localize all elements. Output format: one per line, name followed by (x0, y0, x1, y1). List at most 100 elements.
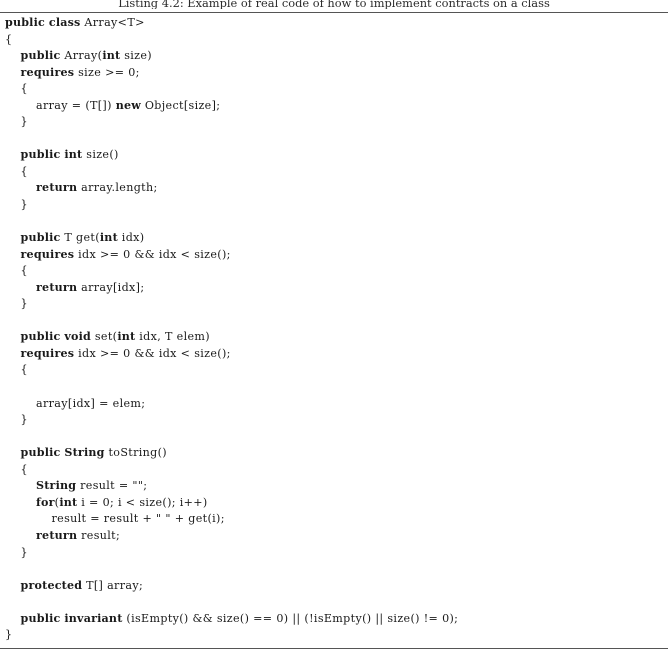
code-token-symbol: { (20, 264, 28, 278)
code-line: String result = ""; (0, 478, 668, 495)
code-token-keyword: public (20, 330, 61, 344)
code-token-keyword: int (102, 49, 121, 63)
code-token-symbol: } (20, 297, 28, 311)
code-token-symbol: < (125, 495, 136, 509)
code-line: public T get(int idx) (0, 230, 668, 247)
code-token-identifier: size (86, 148, 110, 162)
code-token-keyword: String (64, 446, 105, 460)
code-token-symbol: ; (143, 479, 148, 493)
code-token-keyword: for (36, 495, 55, 509)
code-token-identifier: size (124, 49, 148, 63)
code-token-symbol: ]; (211, 98, 221, 112)
code-token-symbol: ) (139, 231, 145, 245)
code-token-identifier: result (81, 528, 116, 542)
code-line: { (0, 32, 668, 49)
code-token-symbol: { (20, 462, 28, 476)
code-line: requires size >= 0; (0, 65, 668, 82)
code-token-symbol: } (20, 198, 28, 212)
code-listing-figure: Listing 4.2: Example of real code of how… (0, 0, 668, 661)
code-token-symbol: { (20, 363, 28, 377)
code-token-identifier: array (81, 181, 112, 195)
code-token-identifier: idx (78, 346, 97, 360)
code-token-identifier: elem (176, 330, 206, 344)
code-token-identifier: idx (139, 330, 158, 344)
code-token-keyword: int (64, 148, 83, 162)
code-token-symbol: >= (99, 346, 120, 360)
code-token-keyword: int (59, 495, 78, 509)
code-token-keyword: new (115, 98, 141, 112)
code-line: array[idx] = elem; (0, 396, 668, 413)
code-line: public int size() (0, 147, 668, 164)
code-token-identifier: size (216, 611, 240, 625)
code-token-symbol: || (292, 611, 301, 625)
code-token-identifier: toString (108, 446, 158, 460)
code-token-identifier: array (36, 396, 68, 410)
code-token-symbol: } (20, 115, 28, 129)
code-token-symbol: } (20, 545, 28, 559)
code-token-symbol: ; (135, 65, 140, 79)
code-token-keyword: class (48, 16, 81, 29)
code-token-keyword: public (20, 49, 61, 63)
code-line: return array[idx]; (0, 280, 668, 297)
code-token-symbol: ]; (135, 280, 145, 294)
code-token-symbol: && (134, 346, 155, 360)
code-line: } (0, 114, 668, 131)
code-token-symbol: (); (217, 247, 231, 261)
code-token-identifier: Array (84, 16, 118, 29)
code-token-string: "" (132, 479, 144, 493)
code-token-symbol: } (20, 413, 28, 427)
code-line: array = (T[]) new Object[size]; (0, 98, 668, 115)
code-line: } (0, 412, 668, 429)
code-token-keyword: int (117, 330, 136, 344)
code-token-symbol: () (239, 611, 250, 625)
code-token-symbol: ++) (183, 495, 208, 509)
code-line: { (0, 81, 668, 98)
code-token-symbol: ) (147, 49, 152, 63)
code-token-identifier: size (194, 247, 218, 261)
code-line: return array.length; (0, 180, 668, 197)
code-token-symbol: && (134, 247, 155, 261)
code-token-symbol: ); (216, 512, 225, 526)
code-token-symbol: = (90, 512, 100, 526)
code-token-identifier: size (139, 495, 163, 509)
code-token-identifier: T (127, 16, 136, 29)
code-token-identifier: size (194, 346, 218, 360)
code-token-symbol: >= (105, 65, 125, 79)
code-token-identifier: isEmpty (313, 611, 363, 625)
code-token-symbol: < (180, 346, 191, 360)
code-line: return result; (0, 528, 668, 545)
code-token-identifier: size (387, 611, 411, 625)
code-token-keyword: return (36, 280, 78, 294)
code-token-identifier: result (80, 479, 115, 493)
code-line: requires idx >= 0 && idx < size(); (0, 346, 668, 363)
code-token-symbol: < (180, 247, 191, 261)
code-token-keyword: void (64, 330, 91, 344)
code-block: public class Array<T>{ public Array(int … (0, 15, 668, 644)
code-token-symbol: > (135, 16, 145, 29)
code-token-identifier: T (90, 98, 98, 112)
code-token-keyword: return (36, 528, 78, 542)
code-token-symbol: || (375, 611, 384, 625)
listing-caption: Listing 4.2: Example of real code of how… (118, 0, 550, 9)
code-token-identifier: get (76, 231, 96, 245)
code-token-symbol: ) (205, 330, 210, 344)
code-token-identifier: result (103, 512, 139, 526)
code-token-number: 0 (276, 611, 284, 625)
